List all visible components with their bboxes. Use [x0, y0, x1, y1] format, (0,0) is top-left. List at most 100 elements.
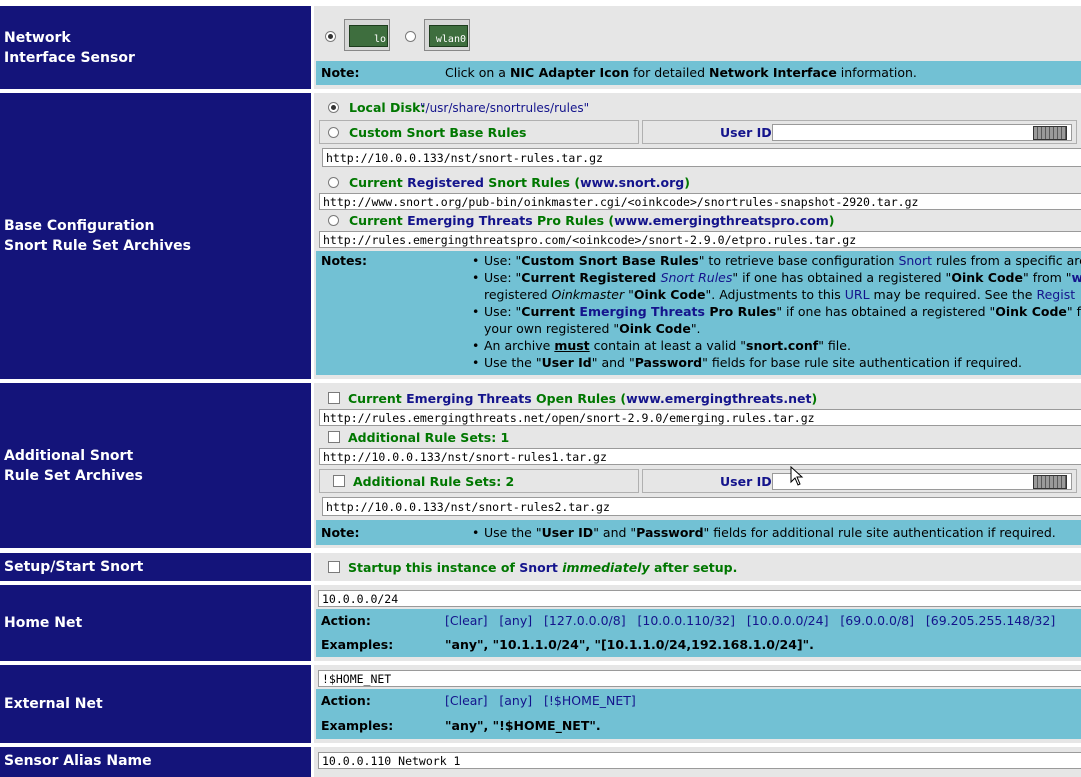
additional-userid-cell: User ID:: [642, 469, 1077, 493]
home-net-action-any[interactable]: [any]: [499, 613, 532, 628]
nic-lo-icon[interactable]: lo: [344, 19, 390, 51]
sensor-alias-section: 10.0.0.110 Network 1: [314, 747, 1081, 777]
custom-rules-cell: Custom Snort Base Rules: [319, 120, 639, 144]
external-net-examples: "any", "!$HOME_NET".: [445, 718, 601, 733]
external-net-input[interactable]: !$HOME_NET: [318, 670, 1081, 687]
home-net-panel: Action: [Clear] [any] [127.0.0.0/8] [10.…: [316, 609, 1081, 657]
label-external-net-text: External Net: [4, 696, 103, 712]
nic-note-text: Click on a NIC Adapter Icon for detailed…: [445, 65, 917, 80]
label-sensor-alias-text: Sensor Alias Name: [4, 753, 152, 769]
label-nic-line2: Interface Sensor: [4, 49, 135, 66]
label-add-line2: Rule Set Archives: [4, 467, 143, 484]
keyboard-icon[interactable]: [1033, 126, 1067, 140]
base-note-3: Use: "Current Emerging Threats Pro Rules…: [470, 303, 1081, 337]
external-net-section: !$HOME_NET Action: [Clear] [any] [!$HOME…: [314, 665, 1081, 743]
registered-rules-site[interactable]: www.snort.org: [580, 175, 684, 190]
nic-section: lo wlan0 Note: Click on a NIC Adapter Ic…: [314, 6, 1081, 89]
custom-rules-url[interactable]: http://10.0.0.133/nst/snort-rules.tar.gz: [322, 148, 1081, 167]
additional-set2-checkbox[interactable]: [333, 475, 345, 487]
home-net-examples-label: Examples:: [321, 637, 394, 652]
base-note-1: Use: "Custom Snort Base Rules" to retrie…: [470, 252, 1081, 269]
base-note-2: Use: "Current Registered Snort Rules" if…: [470, 269, 1081, 303]
label-additional-rule-sets: Additional Snort Rule Set Archives: [0, 383, 311, 548]
additional-set2-url[interactable]: http://10.0.0.133/nst/snort-rules2.tar.g…: [322, 497, 1081, 516]
local-disk-radio[interactable]: [328, 102, 339, 113]
external-net-action-label: Action:: [321, 693, 371, 708]
base-note-5: Use the "User Id" and "Password" fields …: [470, 354, 1081, 371]
registered-rules-radio[interactable]: [328, 177, 339, 188]
home-net-action-69-205[interactable]: [69.205.255.148/32]: [926, 613, 1055, 628]
label-home-net: Home Net: [0, 585, 311, 661]
external-net-actions: [Clear] [any] [!$HOME_NET]: [445, 693, 636, 708]
nic-wlan0-icon[interactable]: wlan0: [424, 19, 470, 51]
custom-rules-label: Custom Snort Base Rules: [349, 125, 527, 140]
external-net-action-any[interactable]: [any]: [499, 693, 532, 708]
et-open-site[interactable]: www.emergingthreats.net: [626, 391, 811, 406]
registered-rules-label: Current Registered Snort Rules (www.snor…: [349, 175, 690, 190]
external-net-action-clear[interactable]: [Clear]: [445, 693, 487, 708]
home-net-action-10-0-0-0[interactable]: [10.0.0.0/24]: [747, 613, 829, 628]
startup-immediately-label: Startup this instance of Snort immediate…: [348, 560, 738, 575]
external-net-action-not-home[interactable]: [!$HOME_NET]: [544, 693, 636, 708]
sensor-alias-input[interactable]: 10.0.0.110 Network 1: [318, 752, 1081, 769]
additional-set2-cell: Additional Rule Sets: 2: [319, 469, 639, 493]
et-pro-radio[interactable]: [328, 215, 339, 226]
et-pro-url[interactable]: http://rules.emergingthreatspro.com/<oin…: [319, 231, 1081, 248]
local-disk-path: "/usr/share/snortrules/rules": [420, 101, 590, 115]
label-network-interface-sensor: Network Interface Sensor: [0, 6, 311, 89]
base-section: Local Disk: "/usr/share/snortrules/rules…: [314, 93, 1081, 379]
base-notes-list: Use: "Custom Snort Base Rules" to retrie…: [470, 252, 1081, 371]
additional-set1-label: Additional Rule Sets: 1: [348, 430, 510, 445]
label-external-net: External Net: [0, 665, 311, 743]
home-net-section: 10.0.0.0/24 Action: [Clear] [any] [127.0…: [314, 585, 1081, 661]
additional-userid-label: User ID:: [720, 474, 777, 489]
additional-set1-url[interactable]: http://10.0.0.133/nst/snort-rules1.tar.g…: [319, 448, 1081, 465]
et-open-checkbox[interactable]: [328, 392, 340, 404]
base-notes-label: Notes:: [321, 253, 367, 268]
et-open-label: Current Emerging Threats Open Rules (www…: [348, 391, 818, 406]
local-disk-label: Local Disk:: [349, 100, 426, 115]
custom-userid-label: User ID:: [720, 125, 777, 140]
label-sensor-alias: Sensor Alias Name: [0, 747, 311, 777]
home-net-actions: [Clear] [any] [127.0.0.0/8] [10.0.0.110/…: [445, 613, 1055, 628]
nic-wlan0-radio[interactable]: [405, 31, 416, 42]
et-pro-label: Current Emerging Threats Pro Rules (www.…: [349, 213, 835, 228]
label-base-line1: Base Configuration: [4, 218, 155, 234]
label-base-configuration: Base Configuration Snort Rule Set Archive…: [0, 93, 311, 379]
additional-userid-input[interactable]: [772, 473, 1072, 490]
base-note-4: An archive must contain at least a valid…: [470, 337, 1081, 354]
home-net-action-127[interactable]: [127.0.0.0/8]: [544, 613, 626, 628]
nic-lo-radio[interactable]: [325, 31, 336, 42]
et-pro-site[interactable]: www.emergingthreatspro.com: [614, 213, 829, 228]
custom-rules-radio[interactable]: [328, 127, 339, 138]
home-net-input[interactable]: 10.0.0.0/24: [318, 590, 1081, 607]
additional-note-list: Use the "User ID" and "Password" fields …: [470, 524, 1056, 541]
nic-note-label: Note:: [321, 65, 360, 80]
additional-set2-label: Additional Rule Sets: 2: [353, 474, 515, 489]
nic-note-bar: Note: Click on a NIC Adapter Icon for de…: [316, 61, 1081, 85]
startup-immediately-checkbox[interactable]: [328, 561, 340, 573]
additional-note-bar: Note: Use the "User ID" and "Password" f…: [316, 520, 1081, 545]
keyboard-icon[interactable]: [1033, 475, 1067, 489]
external-net-panel: Action: [Clear] [any] [!$HOME_NET] Examp…: [316, 689, 1081, 739]
home-net-action-69-0-0-0[interactable]: [69.0.0.0/8]: [840, 613, 914, 628]
label-setup-text: Setup/Start Snort: [4, 559, 144, 575]
custom-userid-input[interactable]: [772, 124, 1072, 141]
custom-userid-cell: User ID:: [642, 120, 1077, 144]
base-notes-panel: Notes: Use: "Custom Snort Base Rules" to…: [316, 251, 1081, 375]
label-nic-line1: Network: [4, 29, 71, 46]
et-open-url[interactable]: http://rules.emergingthreats.net/open/sn…: [319, 409, 1081, 426]
additional-note-1: Use the "User ID" and "Password" fields …: [470, 524, 1056, 541]
setup-section: Startup this instance of Snort immediate…: [314, 553, 1081, 581]
additional-section: Current Emerging Threats Open Rules (www…: [314, 383, 1081, 548]
additional-set1-checkbox[interactable]: [328, 431, 340, 443]
home-net-action-label: Action:: [321, 613, 371, 628]
label-home-net-text: Home Net: [4, 615, 83, 631]
label-setup-start-snort: Setup/Start Snort: [0, 553, 311, 581]
home-net-action-clear[interactable]: [Clear]: [445, 613, 487, 628]
external-net-examples-label: Examples:: [321, 718, 394, 733]
mouse-cursor-icon: [790, 466, 804, 486]
home-net-examples: "any", "10.1.1.0/24", "[10.1.1.0/24,192.…: [445, 637, 814, 652]
registered-rules-url[interactable]: http://www.snort.org/pub-bin/oinkmaster.…: [319, 193, 1081, 210]
home-net-action-10-0-0-110[interactable]: [10.0.0.110/32]: [638, 613, 735, 628]
